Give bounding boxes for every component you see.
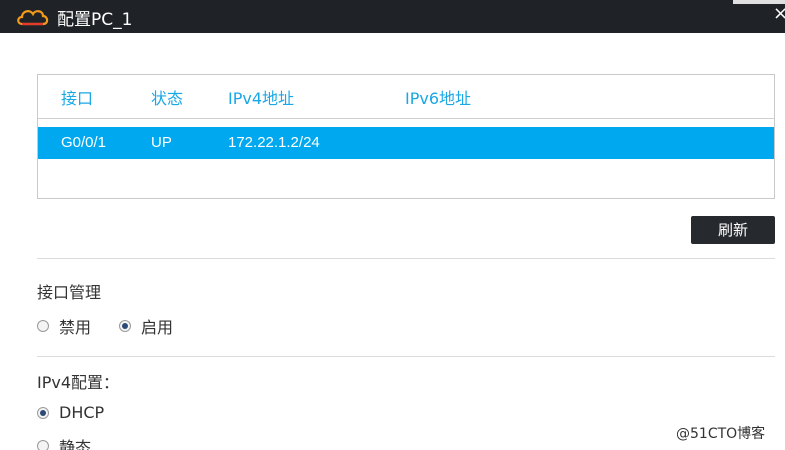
radio-disable-icon[interactable] <box>37 320 49 332</box>
window-title: 配置PC_1 <box>57 10 133 30</box>
radio-disable-label: 禁用 <box>59 318 92 337</box>
cell-ipv4: 172.22.1.2/24 <box>228 134 320 151</box>
radio-static-icon[interactable] <box>37 440 49 450</box>
column-header-ipv6: IPv6地址 <box>405 89 472 108</box>
cloud-logo-icon <box>17 10 49 26</box>
interface-management-label: 接口管理 <box>37 283 102 302</box>
ipv4-static-option[interactable]: 静态 <box>37 434 91 450</box>
watermark-text: @51CTO博客 <box>676 426 766 442</box>
table-header: 接口 状态 IPv4地址 IPv6地址 <box>38 75 774 119</box>
interface-management-radio-group: 禁用 启用 <box>37 314 173 338</box>
radio-enable[interactable]: 启用 <box>119 314 173 338</box>
radio-dhcp-icon[interactable] <box>37 406 49 419</box>
close-icon[interactable]: × <box>773 4 785 24</box>
column-header-ipv4: IPv4地址 <box>228 89 295 108</box>
column-header-interface: 接口 <box>61 89 94 108</box>
cell-interface: G0/0/1 <box>61 134 107 151</box>
radio-enable-label: 启用 <box>141 318 174 337</box>
divider <box>37 356 775 357</box>
title-bar: 配置PC_1 × <box>0 0 785 33</box>
table-row[interactable]: G0/0/1 UP 172.22.1.2/24 <box>38 127 774 159</box>
table-empty-area <box>38 159 774 199</box>
column-header-status: 状态 <box>151 89 184 108</box>
refresh-button[interactable]: 刷新 <box>691 216 775 244</box>
cell-status: UP <box>151 134 172 151</box>
interface-table: 接口 状态 IPv4地址 IPv6地址 G0/0/1 UP 172.22.1.2… <box>37 74 775 199</box>
divider <box>37 258 775 259</box>
ipv4-config-label: IPv4配置： <box>37 373 120 392</box>
ipv4-dhcp-option[interactable]: DHCP <box>37 403 104 422</box>
radio-disable[interactable]: 禁用 <box>37 314 91 338</box>
radio-enable-icon[interactable] <box>119 320 132 332</box>
radio-static-label: 静态 <box>59 438 92 450</box>
radio-dhcp-label: DHCP <box>59 403 105 422</box>
